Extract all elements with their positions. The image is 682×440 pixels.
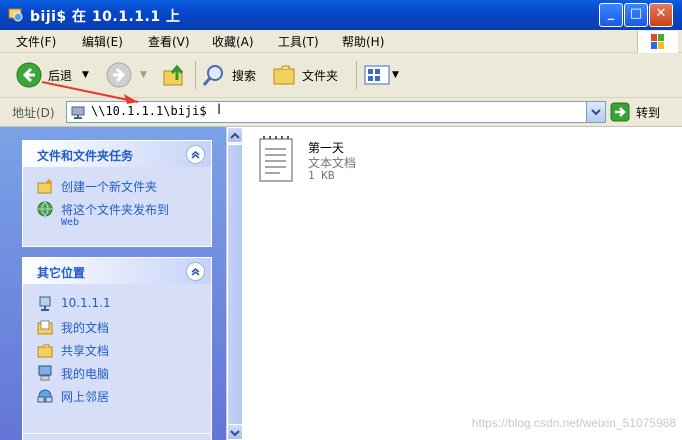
- annotation-arrow-icon: [41, 81, 139, 104]
- explorer-window: biji$ 在 10.1.1.1 上 _ □ ✕ 文件(F) 编辑(E) 查看(…: [0, 0, 682, 440]
